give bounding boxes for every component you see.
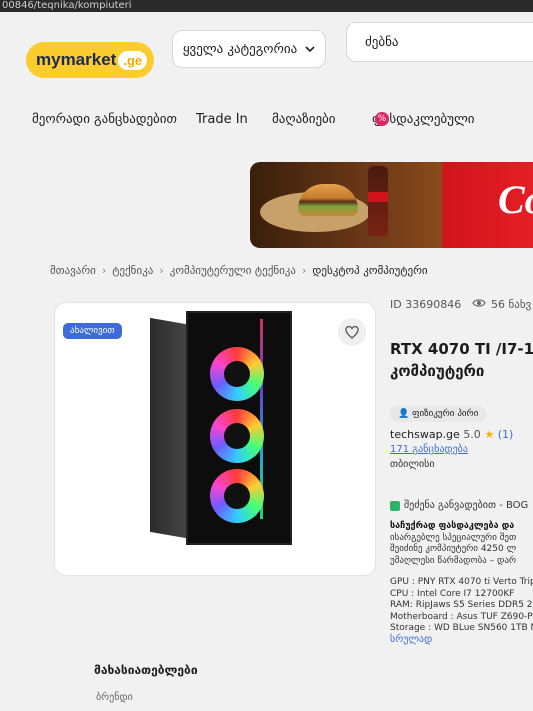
rgb-fan-icon — [210, 469, 264, 523]
spec-brand-label: ბრენდი — [96, 692, 133, 703]
pc-case-side — [150, 317, 186, 539]
description-headline: საჩუქრად ფასდაკლება და — [390, 521, 515, 531]
person-icon: 👤 — [398, 409, 410, 419]
seller-city: თბილისი — [390, 459, 435, 470]
seller-type-badge: 👤 ფიზიკური პირი — [390, 406, 487, 422]
chevron-right-icon: › — [301, 264, 307, 277]
seller-row[interactable]: techswap.ge 5.0 ★ (1) — [390, 428, 513, 441]
favorite-heart-icon[interactable] — [338, 318, 366, 346]
chevron-right-icon: › — [101, 264, 107, 277]
show-more-link[interactable]: სრულად — [390, 634, 432, 645]
nav-item-trade-in[interactable]: Trade In — [196, 112, 248, 127]
spec-line-ram: RAM: RipJaws S5 Series DDR5 2X — [390, 600, 533, 610]
discount-badge-icon: % — [375, 112, 389, 126]
rgb-fan-icon — [210, 409, 264, 463]
logo-tld: .ge — [118, 50, 148, 70]
installment-promo[interactable]: შეძენა განვადებით - BOG — [390, 500, 528, 511]
product-description: საჩუქრად ფასდაკლება და ისარგებლე სპეციალ… — [390, 521, 533, 635]
pc-case-image — [150, 311, 295, 545]
nav-item-used-ads[interactable]: მეორადი განცხადებით — [32, 112, 177, 127]
description-line: უმაღლესი წარმადობა – დარ — [390, 555, 517, 566]
seller-review-count[interactable]: (1) — [498, 428, 514, 441]
product-title-line-1: RTX 4070 TI /I7-12 — [390, 340, 533, 358]
burger-image — [298, 184, 358, 216]
breadcrumb: მთავარი › ტექნიკა › კომპიუტერული ტექნიკა › დეს… — [50, 264, 428, 277]
seller-name[interactable]: techswap.ge — [390, 428, 460, 441]
seller-type-label: ფიზიკური პირი — [412, 409, 479, 419]
search-placeholder: ძებნა — [365, 34, 399, 50]
logo-text: mymarket — [36, 50, 117, 69]
rgb-fan-icon — [210, 347, 264, 401]
promo-check-icon — [390, 500, 400, 511]
product-title: RTX 4070 TI /I7-12 კომპიუტერი — [390, 338, 533, 382]
promo-text: შეძენა განვადებით - BOG — [404, 500, 529, 511]
spec-line-motherboard: Motherboard : Asus TUF Z690-Pl — [390, 611, 533, 622]
description-line: ისარგებლე სპეციალური შეთ — [390, 532, 517, 543]
star-icon: ★ — [484, 428, 495, 441]
product-title-line-2: კომპიუტერი — [390, 362, 485, 380]
product-image-card[interactable]: ახალივით — [54, 302, 376, 576]
main-nav: მეორადი განცხადებით Trade In მაღაზიები ფ… — [0, 112, 533, 142]
site-logo[interactable]: mymarket .ge — [26, 42, 154, 78]
eye-icon — [472, 298, 486, 311]
breadcrumb-home[interactable]: მთავარი — [50, 264, 96, 277]
nav-item-shops[interactable]: მაღაზიები — [272, 112, 336, 127]
seller-rating: 5.0 — [463, 428, 481, 441]
description-line: შეიძინე კომპიუტერი 4250 ლ — [390, 544, 517, 554]
views-count: 56 ნახვ — [491, 298, 532, 311]
breadcrumb-tech[interactable]: ტექნიკა — [112, 264, 153, 277]
ad-banner[interactable]: Coca — [250, 162, 533, 248]
spec-line-gpu: GPU : PNY RTX 4070 ti Verto Trip — [390, 577, 533, 587]
new-badge: ახალივით — [63, 323, 122, 339]
specs-heading: მახასიათებლები — [94, 663, 198, 677]
spec-line-storage: Storage : WD BLue SN560 1TB M — [390, 623, 533, 633]
product-id: ID 33690846 — [390, 298, 462, 311]
seller-ads-link[interactable]: 171 განცხადება — [390, 444, 468, 455]
chevron-down-icon — [305, 42, 315, 57]
spec-line-cpu: CPU : Intel Core I7 12700KF — [390, 588, 515, 599]
chevron-right-icon: › — [159, 264, 164, 277]
banner-brand-text: Coca — [498, 177, 533, 222]
all-categories-label: ყველა კატეგორია — [182, 41, 298, 57]
views-counter: 56 ნახვ — [472, 298, 531, 311]
all-categories-button[interactable]: ყველა კატეგორია — [172, 30, 326, 68]
cola-bottle-image — [368, 166, 388, 236]
breadcrumb-computers[interactable]: კომპიუტერული ტექნიკა — [170, 264, 296, 277]
breadcrumb-desktop[interactable]: დესკტოპ კომპიუტერი — [312, 264, 427, 277]
browser-url[interactable]: 00846/teqnika/kompiuteri — [0, 0, 533, 12]
search-input[interactable]: ძებნა — [346, 22, 533, 62]
